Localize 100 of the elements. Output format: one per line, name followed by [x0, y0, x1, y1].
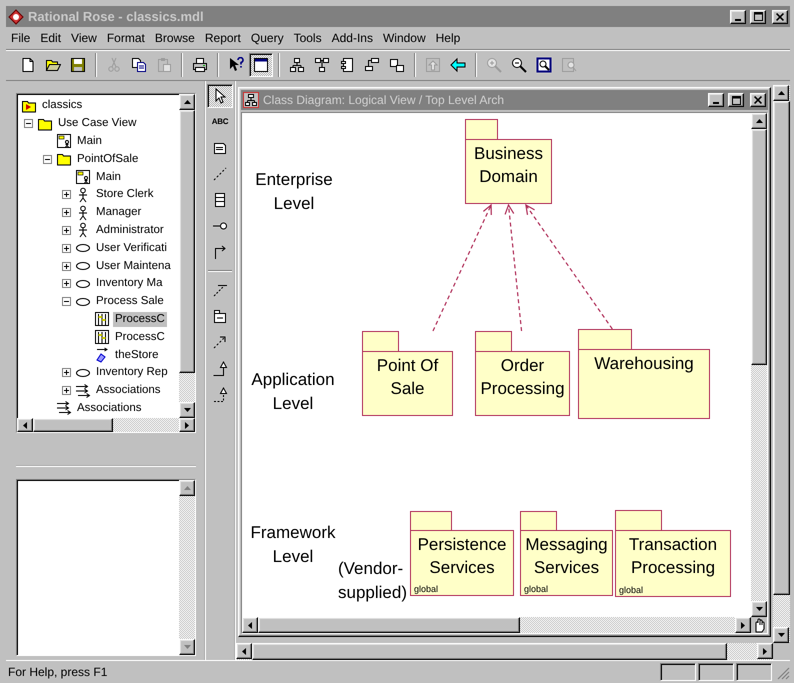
tree-item[interactable]: ProcessC [113, 312, 167, 327]
maximize-button[interactable] [750, 10, 766, 24]
menu-item[interactable]: Browse [150, 30, 200, 46]
package-tab[interactable] [615, 510, 662, 531]
package-scope: global [619, 585, 644, 596]
package-tab[interactable] [362, 331, 399, 352]
scroll-down-button[interactable] [179, 639, 195, 655]
scroll-left-button[interactable] [17, 418, 33, 432]
package-tab[interactable] [520, 511, 557, 531]
menu-item[interactable]: Add-Ins [326, 30, 378, 46]
tree-item[interactable]: Associations [94, 383, 163, 398]
minimize-button[interactable] [730, 10, 746, 24]
close-button[interactable] [750, 93, 766, 107]
expand-toggle[interactable] [62, 190, 71, 200]
collapse-toggle[interactable] [43, 154, 52, 164]
expand-toggle[interactable] [62, 208, 71, 218]
menu-item[interactable]: Report [200, 30, 246, 46]
dependency-arrow[interactable] [504, 204, 522, 332]
tree-item[interactable]: Associations [75, 400, 144, 416]
close-icon [754, 96, 762, 104]
scrollbar[interactable] [179, 94, 195, 418]
collapse-toggle[interactable] [62, 297, 71, 306]
down-arrow-icon [184, 408, 190, 412]
scroll-thumb[interactable] [258, 617, 520, 633]
package-body[interactable]: Messaging Services global [520, 530, 613, 596]
up-arrow-icon [778, 91, 784, 95]
sequence-diagram-icon [94, 329, 110, 346]
scroll-up-button[interactable] [751, 113, 767, 129]
menu-item[interactable]: Tools [288, 30, 327, 46]
realization-icon [212, 386, 228, 402]
scroll-right-button[interactable] [757, 643, 773, 659]
tree-item[interactable]: Main [75, 134, 104, 149]
menu-item[interactable]: Format [102, 30, 150, 46]
scroll-down-button[interactable] [751, 601, 767, 617]
menu-item[interactable]: Edit [35, 30, 66, 46]
scroll-thumb[interactable] [179, 110, 195, 373]
tree-item[interactable]: Inventory Rep [94, 365, 170, 380]
tree-item[interactable]: Process Sale [94, 294, 166, 310]
expand-toggle[interactable] [62, 244, 71, 253]
close-button[interactable] [772, 10, 788, 24]
text-tool-button[interactable]: ABC [207, 110, 233, 134]
expand-toggle[interactable] [62, 279, 71, 288]
scrollbar[interactable] [242, 617, 751, 633]
menu-item[interactable]: Query [246, 30, 289, 46]
sequence-diagram-icon [94, 311, 110, 328]
left-arrow-icon [450, 57, 466, 73]
collapse-toggle[interactable] [24, 119, 33, 128]
tree-item[interactable]: User Verificati [94, 240, 169, 256]
scroll-right-button[interactable] [179, 418, 195, 432]
scroll-down-button[interactable] [773, 627, 789, 643]
menu-item[interactable]: Window [378, 30, 431, 46]
menu-item[interactable]: View [66, 30, 102, 46]
help-pointer-icon [228, 57, 244, 73]
package-body[interactable]: Warehousing [578, 349, 710, 419]
tree-item[interactable]: Inventory Ma [94, 276, 164, 292]
documentation-pane[interactable] [16, 479, 196, 656]
tree-item[interactable]: theStore [113, 348, 160, 363]
tree-item[interactable]: User Maintena [94, 258, 173, 274]
scroll-left-button[interactable] [236, 643, 252, 659]
scrollbar[interactable] [179, 480, 195, 655]
expand-toggle[interactable] [62, 368, 71, 378]
scroll-thumb[interactable] [751, 129, 767, 365]
expand-toggle[interactable] [62, 226, 71, 235]
package-tab[interactable] [578, 329, 632, 350]
tree-item[interactable]: Administrator [94, 222, 166, 238]
scroll-left-button[interactable] [242, 617, 258, 633]
pointer-button[interactable] [207, 84, 233, 108]
tree-item[interactable]: Manager [94, 205, 144, 220]
tree-item[interactable]: Main [94, 170, 123, 185]
scroll-up-button[interactable] [773, 85, 789, 101]
scroll-thumb[interactable] [33, 418, 114, 432]
scrollbar[interactable] [17, 418, 195, 432]
browser-tree[interactable] [16, 93, 196, 433]
tree-item[interactable]: Use Case View [56, 116, 138, 132]
scroll-right-button[interactable] [735, 617, 751, 633]
menu-item[interactable]: File [6, 30, 36, 46]
maximize-button[interactable] [728, 93, 744, 107]
tree-item[interactable]: Store Clerk [94, 187, 156, 202]
package-body[interactable]: Business Domain [465, 139, 552, 204]
minimize-button[interactable] [708, 93, 724, 107]
scroll-down-button[interactable] [179, 402, 195, 418]
package-body[interactable]: Persistence Services global [410, 530, 514, 596]
expand-toggle[interactable] [62, 262, 71, 271]
package-tab[interactable] [465, 119, 498, 140]
package-body[interactable]: Point Of Sale [362, 351, 453, 416]
package-body[interactable]: Transaction Processing global [615, 530, 731, 597]
window-button[interactable] [249, 53, 273, 77]
tree-item[interactable]: PointOfSale [75, 152, 140, 167]
menu-item[interactable]: Help [430, 30, 466, 46]
tree-item[interactable]: ProcessC [113, 330, 167, 345]
tree-item[interactable]: classics [40, 98, 84, 114]
status-text: For Help, press F1 [8, 664, 108, 681]
class-diagram-icon [243, 92, 259, 108]
package-body[interactable]: Order Processing [475, 351, 570, 416]
package-tab[interactable] [410, 511, 452, 531]
scroll-up-button[interactable] [179, 480, 195, 496]
package-tab[interactable] [475, 331, 512, 352]
expand-toggle[interactable] [62, 386, 71, 396]
scroll-up-button[interactable] [179, 94, 195, 110]
scrollbar[interactable] [751, 113, 767, 617]
